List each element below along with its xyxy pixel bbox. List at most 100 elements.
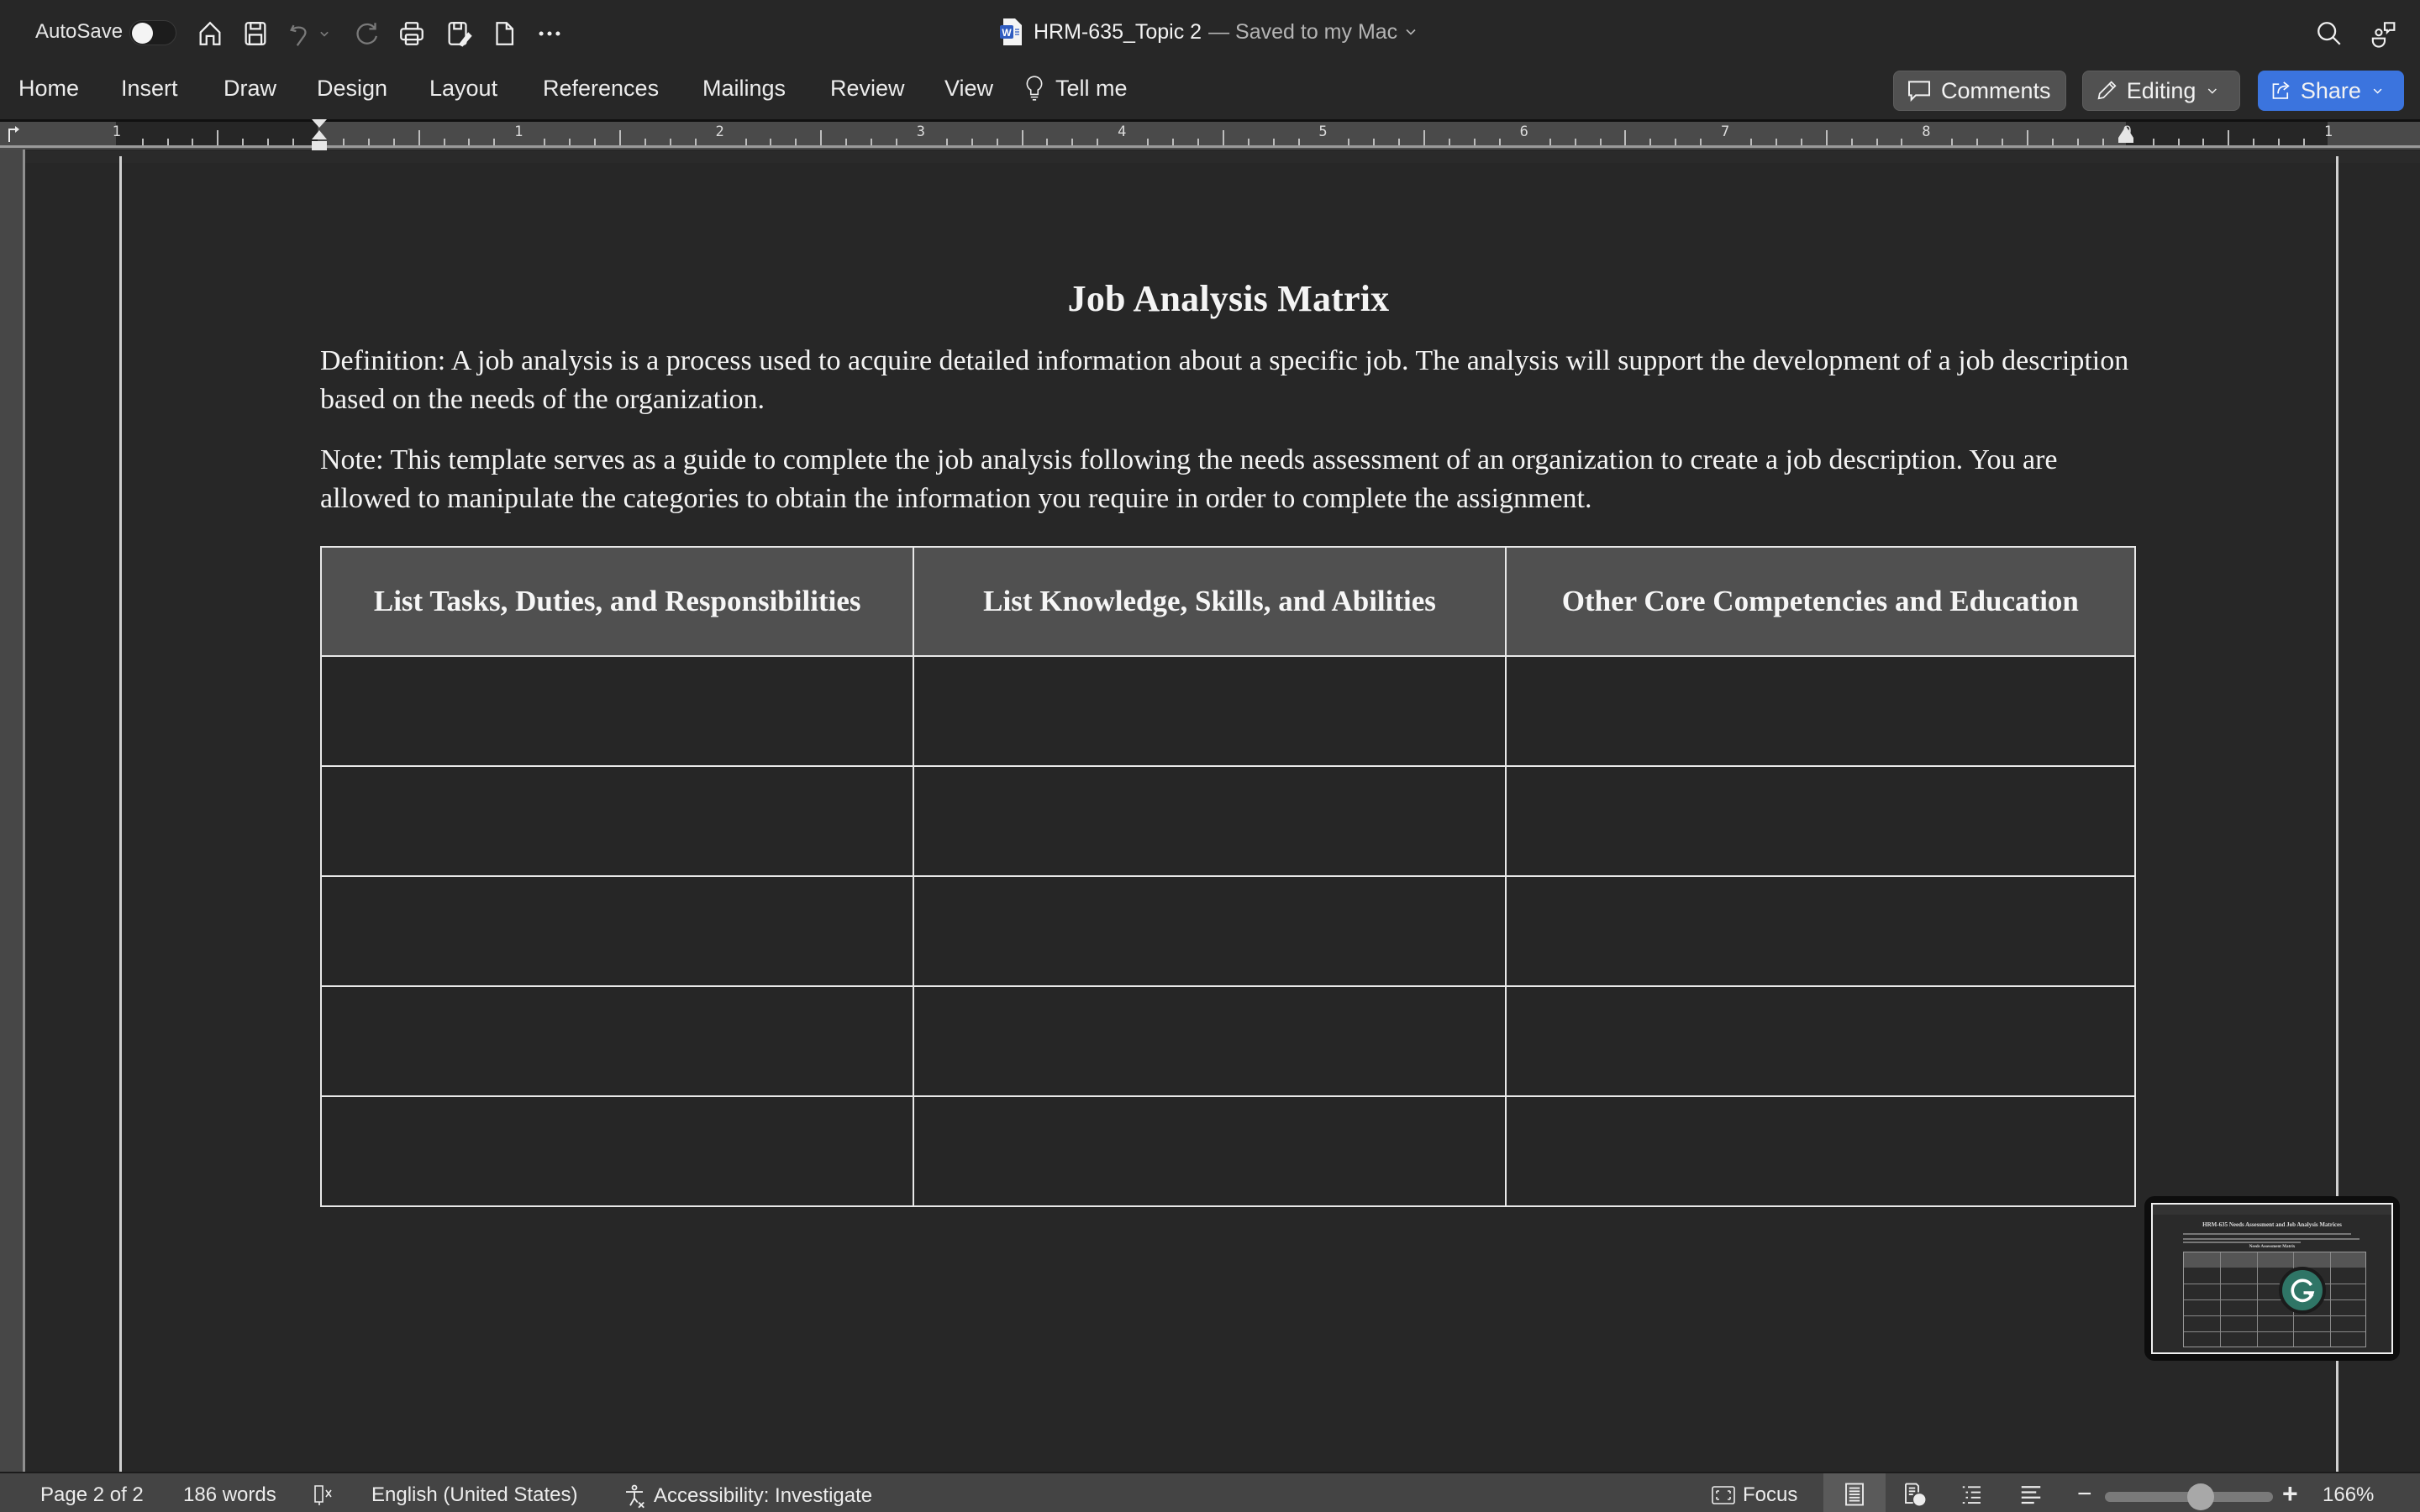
undo-dropdown-icon[interactable] (316, 17, 333, 50)
ruler-tick (1876, 139, 1878, 145)
zoom-in-button[interactable]: + (2282, 1478, 2298, 1509)
toggle-knob (132, 23, 153, 44)
tab-view[interactable]: View (944, 76, 993, 102)
ruler-number: 4 (1118, 123, 1127, 140)
word-count[interactable]: 186 words (183, 1483, 276, 1507)
draft-view-button[interactable] (2018, 1482, 2050, 1507)
table-cell[interactable] (319, 655, 915, 767)
ruler-tick (267, 139, 270, 145)
tab-draw[interactable]: Draw (224, 76, 276, 102)
collaborate-icon[interactable] (2368, 17, 2402, 50)
tab-insert[interactable]: Insert (121, 76, 178, 102)
more-icon[interactable] (533, 17, 566, 50)
tab-layout[interactable]: Layout (429, 76, 497, 102)
outline-view-button[interactable] (1960, 1482, 1991, 1507)
table-cell[interactable] (1504, 985, 2137, 1097)
ruler-tick (1097, 139, 1099, 145)
pencil-icon (2097, 81, 2117, 100)
table-cell[interactable] (913, 875, 1507, 987)
ruler-number: 3 (916, 123, 926, 140)
ruler-tick (544, 139, 546, 145)
tab-home[interactable]: Home (18, 76, 79, 102)
zoom-out-button[interactable]: − (2077, 1480, 2092, 1509)
ruler-number: 1 (514, 123, 523, 140)
header-competencies[interactable]: Other Core Competencies and Education (1504, 546, 2137, 657)
right-indent-marker[interactable] (2118, 126, 2134, 149)
new-document-icon[interactable] (487, 17, 521, 50)
home-icon[interactable] (193, 17, 227, 50)
ruler-tick (1172, 139, 1175, 145)
undo-icon[interactable] (284, 17, 318, 50)
comments-button[interactable]: Comments (1893, 71, 2066, 111)
table-cell[interactable] (319, 875, 915, 987)
comment-icon (1908, 81, 1930, 102)
table-cell[interactable] (913, 985, 1507, 1097)
autosave-toggle[interactable] (129, 20, 176, 45)
ruler-number: 6 (1519, 123, 1528, 140)
autosave-label: AutoSave (35, 20, 124, 43)
document-title[interactable]: W HRM-635_Topic 2 — Saved to my Mac (1000, 18, 1419, 45)
table-cell[interactable] (913, 1095, 1507, 1207)
redo-icon[interactable] (351, 17, 385, 50)
table-cell[interactable] (319, 1095, 915, 1207)
thumbnail-preview: HRM-635 Needs Assessment and Job Analysi… (2151, 1203, 2393, 1354)
document-body[interactable]: Job Analysis Matrix Definition: A job an… (320, 277, 2137, 540)
title-chevron-down-icon[interactable] (1402, 24, 1419, 40)
table-cell[interactable] (913, 765, 1507, 877)
table-cell[interactable] (913, 655, 1507, 767)
table-cell[interactable] (1504, 1095, 2137, 1207)
ruler-tick (2177, 139, 2180, 145)
focus-icon (1712, 1486, 1735, 1504)
table-cell[interactable] (1504, 655, 2137, 767)
table-cell[interactable] (319, 985, 915, 1097)
language[interactable]: English (United States) (371, 1483, 577, 1507)
share-button[interactable]: Share (2258, 71, 2404, 111)
print-layout-view-button[interactable] (1823, 1473, 1886, 1512)
table-cell[interactable] (319, 765, 915, 877)
ruler-tick (795, 139, 797, 145)
save-as-icon[interactable] (442, 17, 476, 50)
tab-stop-selector-icon[interactable] (7, 124, 20, 147)
ruler-tick (468, 139, 471, 145)
ruler-tick (493, 139, 496, 145)
table-row (319, 765, 2137, 877)
status-bar: Page 2 of 2 186 words English (United St… (0, 1472, 2420, 1512)
accessibility-checker[interactable]: Accessibility: Investigate (622, 1483, 872, 1509)
ruler-tick (1951, 139, 1954, 145)
horizontal-ruler[interactable]: 11234567891 (0, 119, 2420, 150)
tab-review[interactable]: Review (830, 76, 905, 102)
tab-references[interactable]: References (543, 76, 659, 102)
job-analysis-table[interactable]: List Tasks, Duties, and Responsibilities… (319, 546, 2137, 1207)
header-tasks[interactable]: List Tasks, Duties, and Responsibilities (319, 546, 915, 657)
ruler-tick (569, 139, 571, 145)
draft-icon (2021, 1486, 2041, 1504)
search-icon[interactable] (2312, 17, 2346, 50)
editing-mode-button[interactable]: Editing (2082, 71, 2240, 111)
ruler-number: 7 (1720, 123, 1730, 140)
ruler-number: 8 (1922, 123, 1931, 140)
tab-design[interactable]: Design (317, 76, 387, 102)
zoom-slider-thumb[interactable] (2187, 1483, 2214, 1510)
page-count[interactable]: Page 2 of 2 (40, 1483, 144, 1507)
web-layout-view-button[interactable] (1901, 1482, 1934, 1507)
ruler-number: 1 (2323, 123, 2333, 140)
ruler-tick (1398, 139, 1401, 145)
ruler-tick (1624, 130, 1627, 145)
focus-mode-button[interactable]: Focus (1711, 1483, 1797, 1507)
ruler-tick (1825, 130, 1828, 145)
screenshot-thumbnail[interactable]: HRM-635 Needs Assessment and Job Analysi… (2144, 1196, 2400, 1361)
tell-me-search[interactable]: Tell me (1023, 74, 1128, 102)
save-icon[interactable] (239, 17, 272, 50)
table-cell[interactable] (1504, 875, 2137, 987)
table-cell[interactable] (1504, 765, 2137, 877)
accessibility-icon (626, 1484, 644, 1509)
ruler-number: 2 (715, 123, 724, 140)
tab-mailings[interactable]: Mailings (702, 76, 786, 102)
print-icon[interactable] (395, 17, 429, 50)
zoom-level[interactable]: 166% (2323, 1483, 2374, 1507)
header-ksa[interactable]: List Knowledge, Skills, and Abilities (913, 546, 1507, 657)
grammarly-widget[interactable] (2279, 1267, 2326, 1314)
first-line-indent-marker[interactable] (311, 119, 328, 157)
zoom-slider[interactable] (2105, 1483, 2273, 1510)
proofing-icon[interactable] (313, 1483, 346, 1507)
